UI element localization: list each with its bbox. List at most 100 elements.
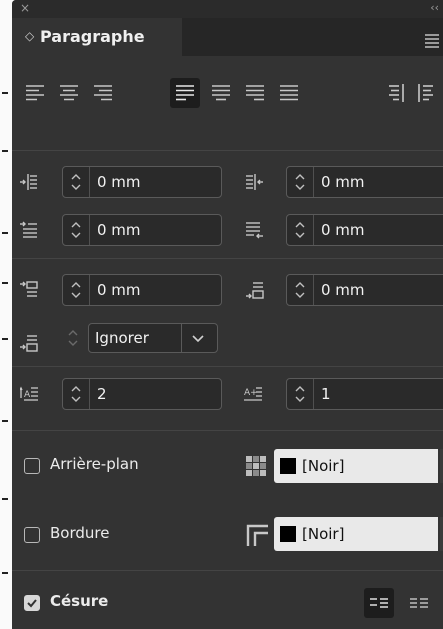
alignment-buttons (12, 78, 443, 108)
justify-right-button[interactable] (240, 78, 270, 108)
document-text-fragment (2, 92, 8, 94)
justify-all-button[interactable] (274, 78, 304, 108)
tab-label: Paragraphe (40, 27, 145, 46)
align-left-icon (26, 85, 44, 101)
right-indent-icon (246, 174, 263, 190)
justify-right-icon (246, 85, 264, 101)
stepper-arrows-icon (295, 282, 305, 298)
tab-chevron-icon: ◇ (25, 29, 35, 43)
hyphenation-checkbox[interactable] (24, 595, 40, 611)
border-color-value: [Noir] (302, 525, 345, 543)
color-chip (280, 526, 296, 542)
justify-left-icon (176, 85, 194, 101)
stepper-arrows-icon (295, 222, 305, 238)
border-corner-icon (246, 524, 268, 546)
panel-menu-icon[interactable] (425, 34, 439, 50)
align-center-icon (60, 85, 78, 101)
document-text-fragment (2, 150, 8, 152)
align-to-grid-select[interactable]: Ignorer (62, 323, 222, 353)
document-text-fragment (2, 572, 8, 574)
svg-text:A: A (24, 390, 31, 400)
shading-label: Arrière-plan (50, 455, 139, 473)
first-line-indent-icon (20, 221, 37, 238)
single-line-composer-icon (410, 598, 428, 608)
dropcap-lines-icon: A (20, 386, 38, 401)
last-line-indent-stepper[interactable] (287, 215, 314, 245)
right-indent-stepper[interactable] (287, 167, 314, 197)
stepper-arrows-icon (68, 330, 78, 346)
dropcap-characters-field[interactable]: 1 (286, 378, 443, 410)
svg-text:A+: A+ (244, 388, 258, 398)
document-text-fragment (2, 282, 8, 284)
space-before-field[interactable]: 0 mm (62, 274, 222, 306)
space-after-value: 0 mm (321, 281, 365, 299)
dropcap-characters-value: 1 (321, 385, 331, 403)
paragraph-composer-button[interactable] (364, 588, 394, 618)
border-color-select[interactable]: [Noir] (274, 517, 443, 551)
paragraph-panel: × ‹‹ ◇ Paragraphe 0 mm 0 mm 0 mm 0 mm 0 … (12, 0, 443, 629)
tab-paragraphe[interactable]: ◇ Paragraphe (12, 18, 182, 56)
border-checkbox[interactable] (24, 527, 40, 543)
chevron-down-icon (192, 335, 204, 343)
align-to-grid-dropdown[interactable]: Ignorer (88, 323, 218, 353)
shading-color-value: [Noir] (302, 457, 345, 475)
space-before-value: 0 mm (97, 281, 141, 299)
document-text-fragment (2, 232, 8, 234)
justify-center-icon (212, 85, 230, 101)
first-line-indent-field[interactable]: 0 mm (62, 214, 222, 246)
single-line-composer-button[interactable] (404, 588, 434, 618)
align-center-button[interactable] (54, 78, 84, 108)
hyphenation-label: Césure (50, 592, 109, 610)
panel-title-bar[interactable]: × ‹‹ (12, 0, 443, 18)
last-line-indent-icon (246, 222, 263, 239)
left-indent-stepper[interactable] (63, 167, 90, 197)
right-indent-field[interactable]: 0 mm (286, 166, 443, 198)
align-towards-spine-button[interactable] (380, 78, 410, 108)
justify-left-button[interactable] (170, 78, 200, 108)
stepper-arrows-icon (71, 222, 81, 238)
checkmark-icon (27, 599, 37, 608)
border-label: Bordure (50, 524, 110, 542)
section-divider (12, 258, 443, 259)
document-text-fragment (2, 498, 8, 500)
dropcap-characters-icon: A+ (244, 387, 262, 401)
align-right-button[interactable] (88, 78, 118, 108)
document-background-edge (0, 0, 12, 629)
space-after-stepper[interactable] (287, 275, 314, 305)
space-after-field[interactable]: 0 mm (286, 274, 443, 306)
last-line-indent-field[interactable]: 0 mm (286, 214, 443, 246)
left-indent-icon (20, 174, 37, 190)
panel-tab-row: ◇ Paragraphe (12, 18, 443, 56)
shading-color-select[interactable]: [Noir] (274, 449, 443, 483)
justify-center-button[interactable] (206, 78, 236, 108)
left-indent-field[interactable]: 0 mm (62, 166, 222, 198)
stepper-arrows-icon (295, 174, 305, 190)
border-color-field[interactable]: [Noir] (274, 517, 438, 551)
section-divider (12, 430, 443, 431)
align-left-button[interactable] (20, 78, 50, 108)
first-line-indent-value: 0 mm (97, 221, 141, 239)
align-right-icon (94, 85, 112, 101)
document-text-fragment (2, 338, 8, 340)
shading-checkbox[interactable] (24, 458, 40, 474)
dropcap-lines-stepper[interactable] (63, 379, 90, 409)
section-divider (12, 150, 443, 151)
align-away-from-spine-button[interactable] (412, 78, 442, 108)
close-icon[interactable]: × (20, 1, 30, 15)
dropcap-lines-value: 2 (97, 385, 107, 403)
justify-all-icon (280, 85, 298, 101)
shading-color-field[interactable]: [Noir] (274, 449, 438, 483)
dropcap-lines-field[interactable]: 2 (62, 378, 222, 410)
right-indent-value: 0 mm (321, 173, 365, 191)
first-line-indent-stepper[interactable] (63, 215, 90, 245)
color-chip (280, 458, 296, 474)
stepper-arrows-icon (71, 282, 81, 298)
paragraph-composer-icon (370, 598, 388, 608)
collapse-icon[interactable]: ‹‹ (430, 1, 439, 14)
dropcap-characters-stepper[interactable] (287, 379, 314, 409)
align-away-from-spine-icon (418, 84, 433, 102)
last-line-indent-value: 0 mm (321, 221, 365, 239)
space-before-stepper[interactable] (63, 275, 90, 305)
stepper-arrows-icon (295, 386, 305, 402)
stepper-arrows-icon (71, 386, 81, 402)
